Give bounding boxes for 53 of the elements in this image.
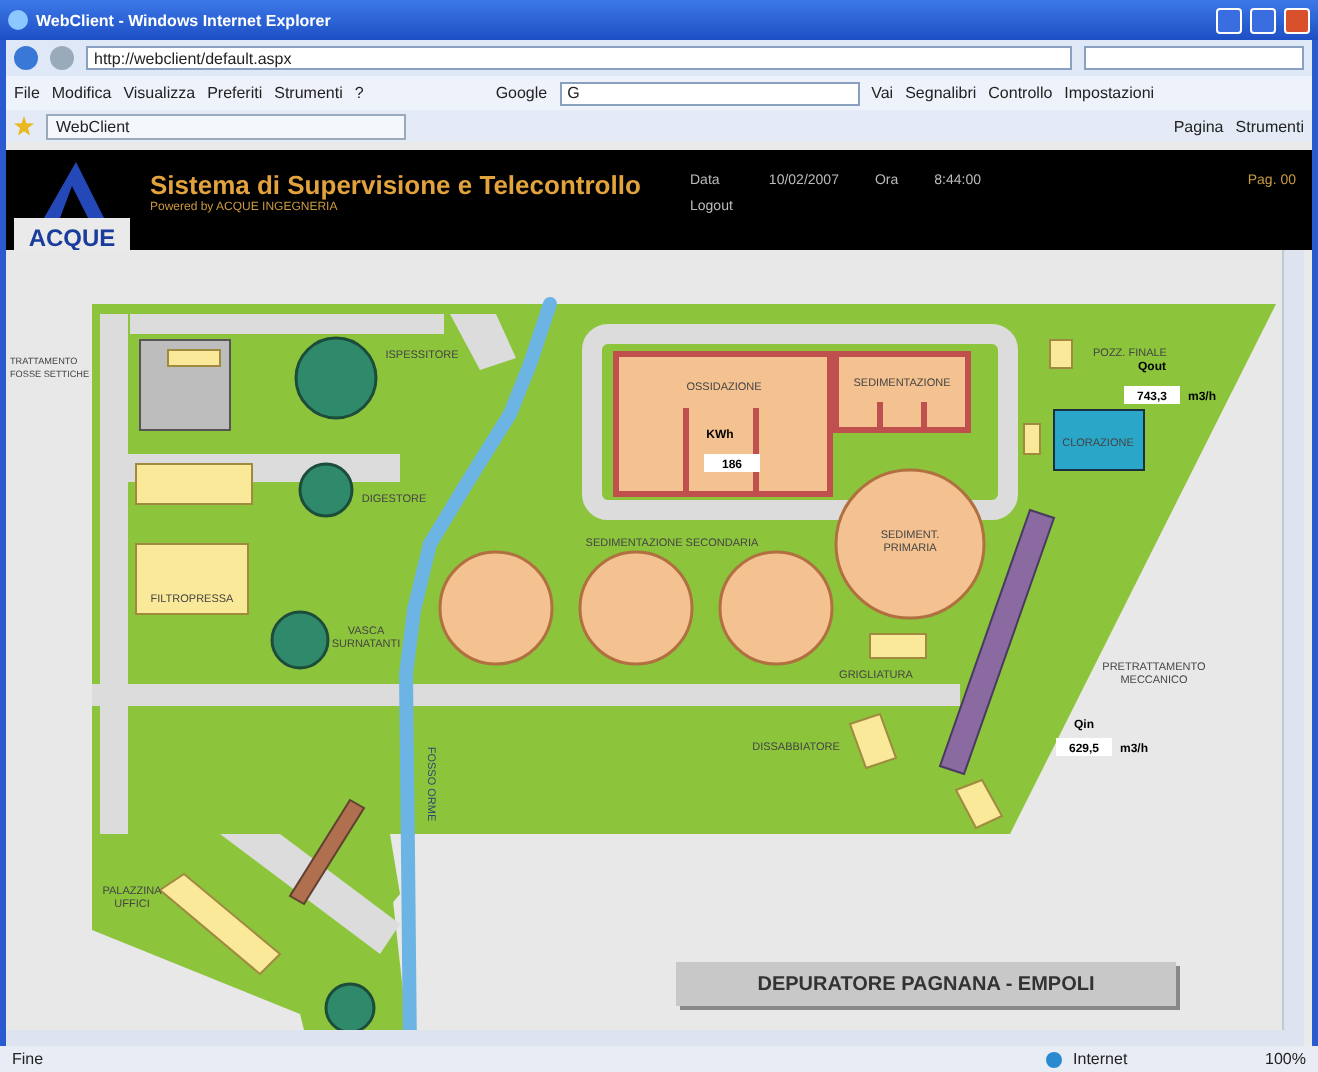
settling-tank-drawing: [438, 550, 554, 666]
menu-item[interactable]: File: [14, 84, 40, 102]
vertical-scrollbar[interactable]: [1282, 250, 1304, 1046]
tank-drawing: [298, 462, 354, 518]
star-icon[interactable]: [14, 116, 34, 136]
reading-box: [1124, 386, 1180, 404]
tank-drawing: [324, 982, 376, 1034]
toolbar-button[interactable]: Controllo: [988, 84, 1053, 102]
toolbar-button[interactable]: Vai: [871, 84, 894, 102]
chlorination-tank-drawing: [1053, 409, 1145, 471]
toolbar-search-field[interactable]: G: [559, 81, 860, 105]
toolbar-button[interactable]: Impostazioni: [1064, 84, 1155, 102]
tank-drawing: [294, 336, 378, 420]
search-engine-label: Google: [495, 84, 548, 102]
plant-title-banner: DEPURATORE PAGNANA - EMPOLI: [676, 962, 1176, 1006]
building-drawing: [1023, 423, 1041, 455]
menu-item[interactable]: Strumenti: [274, 84, 343, 102]
minimize-button[interactable]: [1216, 7, 1242, 33]
reading-box: [704, 454, 760, 472]
toolbar-button[interactable]: Segnalibri: [905, 84, 977, 102]
zoom-level[interactable]: 100%: [1265, 1050, 1306, 1068]
building-drawing: [135, 543, 249, 615]
menu-item[interactable]: Preferiti: [207, 84, 263, 102]
window-title: WebClient - Windows Internet Explorer: [36, 11, 331, 29]
settling-tank-drawing: [578, 550, 694, 666]
security-zone: Internet: [1073, 1050, 1130, 1068]
building-drawing: [869, 633, 927, 659]
address-field[interactable]: http://webclient/default.aspx: [86, 46, 1072, 70]
building-drawing: [288, 798, 366, 906]
toolbar-button[interactable]: Pagina: [1173, 117, 1224, 135]
toolbar-button[interactable]: Strumenti: [1235, 117, 1304, 135]
settling-tank-drawing: [718, 550, 834, 666]
globe-icon: [1045, 1051, 1062, 1067]
building-drawing: [848, 712, 898, 770]
logo-text: ACQUE: [28, 226, 116, 250]
forward-button[interactable]: [50, 46, 74, 70]
reading-box: [1056, 738, 1112, 756]
tank-drawing: [270, 610, 330, 670]
building-drawing: [1049, 339, 1073, 369]
status-text: Fine: [12, 1050, 44, 1068]
search-field[interactable]: [1084, 46, 1304, 70]
menu-item[interactable]: Modifica: [51, 84, 112, 102]
menu-item[interactable]: ?: [354, 84, 364, 102]
browser-tab[interactable]: WebClient: [46, 113, 406, 139]
back-button[interactable]: [14, 46, 38, 70]
building-drawing: [135, 463, 253, 505]
app-title: Sistema di Supervisione e Telecontrollo: [150, 170, 643, 200]
close-button[interactable]: [1284, 7, 1310, 33]
building-drawing: [954, 778, 1004, 830]
sedimentation-basin-drawing: [833, 351, 971, 433]
menu-item[interactable]: Visualizza: [123, 84, 196, 102]
maximize-button[interactable]: [1250, 7, 1276, 33]
building-drawing: [158, 872, 282, 976]
